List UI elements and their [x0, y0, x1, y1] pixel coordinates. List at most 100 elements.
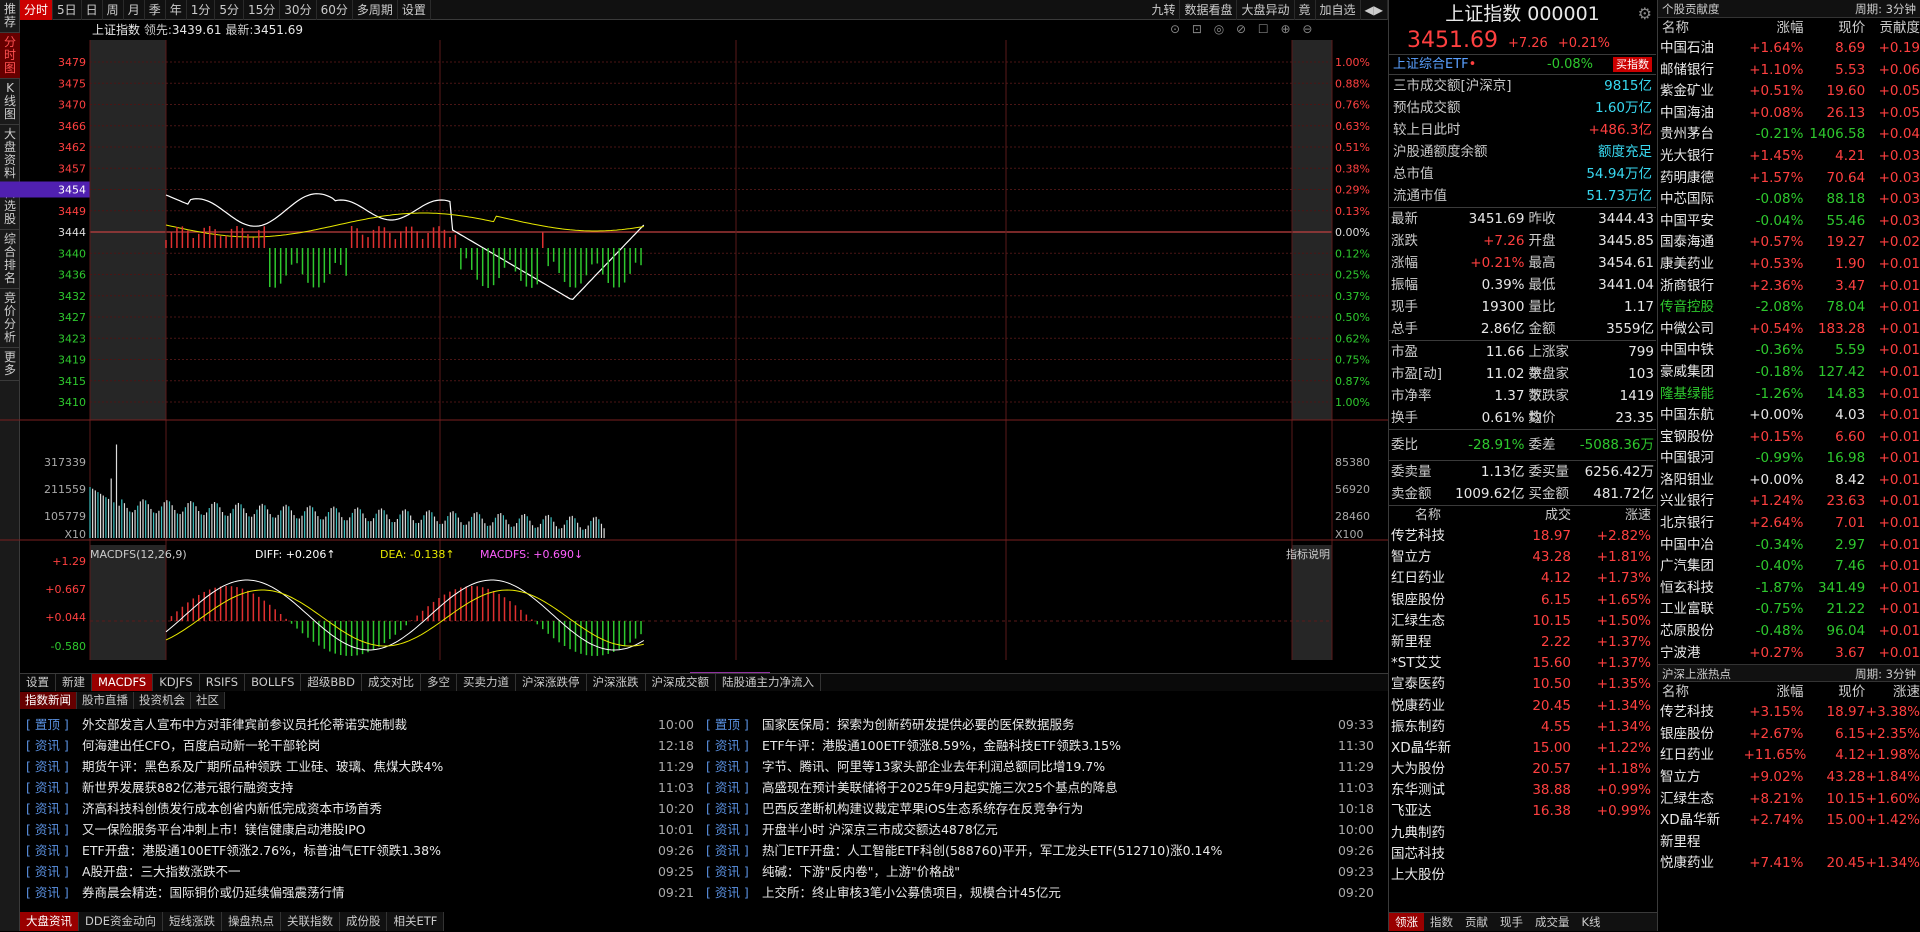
stock-row[interactable]: 中微公司 +0.54% 183.28 +0.01 [1658, 319, 1920, 341]
indicator-tab-8[interactable]: 多空 [421, 674, 458, 691]
stock-row[interactable]: 悦康药业 +7.41% 20.45 +1.34% [1658, 853, 1920, 875]
stock-row[interactable]: 光大银行 +1.45% 4.21 +0.03 [1658, 146, 1920, 168]
stock-row[interactable]: 工业富联 -0.75% 21.22 +0.01 [1658, 599, 1920, 621]
news-title[interactable]: 外交部发言人宣布中方对菲律宾前参议员托伦蒂诺实施制裁 [82, 714, 654, 735]
mover-row[interactable]: 大为股份 20.57 +1.18% [1389, 759, 1656, 780]
mover-row[interactable]: *ST艾艾 15.60 +1.37% [1389, 653, 1656, 674]
news-tab-2[interactable]: 投资机会 [134, 692, 191, 709]
col-header-cell[interactable]: 贡献度 [1865, 18, 1920, 38]
news-item[interactable]: [ 资讯 ] A股开盘：三大指数涨跌不一 09:25 [20, 861, 700, 882]
news-title[interactable]: 热门ETF开盘：人工智能ETF科创(588760)平开，军工龙头ETF(5127… [762, 840, 1334, 861]
stock-row[interactable]: 洛阳钼业 +0.00% 8.42 +0.01 [1658, 470, 1920, 492]
indicator-tab-3[interactable]: KDJFS [153, 674, 200, 691]
news-item[interactable]: [ 资讯 ] 纯碱：下游"反内卷"，上游"价格战" 09:23 [700, 861, 1380, 882]
news-title[interactable]: 国家医保局：探索为创新药研发提供必要的医保数据服务 [762, 714, 1334, 735]
col-header-cell[interactable]: 涨幅 [1744, 682, 1803, 702]
news-title[interactable]: 新世界发展获882亿港元银行融资支持 [82, 777, 654, 798]
news-item[interactable]: [ 资讯 ] 期货午评：黑色系及广期所品种领跌 工业硅、玻璃、焦煤大跌4% 11:2… [20, 756, 700, 777]
stock-row[interactable]: 国泰海通 +0.57% 19.27 +0.02 [1658, 232, 1920, 254]
col-header-cell[interactable]: 名称 [1658, 18, 1744, 38]
news-title[interactable]: 上交所：终止审核3笔小公募债项目，规模合计45亿元 [762, 882, 1334, 903]
news-title[interactable]: 巴西反垄断机构建议裁定苹果iOS生态系统存在反竞争行为 [762, 798, 1334, 819]
news-item[interactable]: [ 资讯 ] 高盛现在预计美联储将于2025年9月起实施三次25个基点的降息 11:… [700, 777, 1380, 798]
stock-row[interactable]: 豪威集团 -0.18% 127.42 +0.01 [1658, 362, 1920, 384]
period-tab-11[interactable]: 60分 [317, 0, 353, 20]
col-header-cell[interactable]: 现价 [1803, 682, 1865, 702]
stock-row[interactable]: 新里程 [1658, 832, 1920, 854]
news-item[interactable]: [ 资讯 ] 热门ETF开盘：人工智能ETF科创(588760)平开，军工龙头ET… [700, 840, 1380, 861]
stock-row[interactable]: 康美药业 +0.53% 1.90 +0.01 [1658, 254, 1920, 276]
news-title[interactable]: 又一保险服务平台冲刺上市！镁信健康启动港股IPO [82, 819, 654, 840]
indicator-tab-2[interactable]: MACDFS [92, 674, 154, 691]
stock-row[interactable]: XD晶华新 +2.74% 15.00 +1.42% [1658, 810, 1920, 832]
news-item[interactable]: [ 资讯 ] 巴西反垄断机构建议裁定苹果iOS生态系统存在反竞争行为 10:18 [700, 798, 1380, 819]
news-tab-1[interactable]: 股市直播 [77, 692, 134, 709]
tool-0[interactable]: 九转 [1147, 0, 1181, 20]
col-header-cell[interactable]: 名称 [1658, 682, 1744, 702]
stock-row[interactable]: 宁波港 +0.27% 3.67 +0.01 [1658, 643, 1920, 665]
footer-tab-4[interactable]: 关联指数 [281, 912, 340, 931]
news-item[interactable]: [ 资讯 ] ETF午评：港股通100ETF领涨8.59%，金融科技ETF领跌3.… [700, 735, 1380, 756]
tool-1[interactable]: 数据看盘 [1180, 0, 1238, 20]
mover-row[interactable]: XD晶华新 15.00 +1.22% [1389, 738, 1656, 759]
stock-row[interactable]: 浙商银行 +2.36% 3.47 +0.01 [1658, 276, 1920, 298]
mover-row[interactable]: 东华测试 38.88 +0.99% [1389, 780, 1656, 801]
indicator-tab-6[interactable]: 超级BBD [301, 674, 363, 691]
etf-row[interactable]: 上证综合ETF • -0.08% 买指数 [1389, 54, 1656, 74]
tool-4[interactable]: 加自选 [1316, 0, 1361, 20]
news-title[interactable]: 纯碱：下游"反内卷"，上游"价格战" [762, 861, 1334, 882]
period-tab-9[interactable]: 15分 [244, 0, 281, 20]
indicator-tab-0[interactable]: 设置 [20, 674, 56, 691]
period-tab-7[interactable]: 1分 [187, 0, 216, 20]
mover-row[interactable]: 银座股份 6.15 +1.65% [1389, 590, 1656, 611]
news-title[interactable]: 济高科技科创债发行成本创省内新低完成资本市场首秀 [82, 798, 654, 819]
indicator-tab-9[interactable]: 买卖力道 [457, 674, 517, 691]
buy-index-button[interactable]: 买指数 [1613, 57, 1652, 72]
mover-row[interactable]: 悦康药业 20.45 +1.34% [1389, 696, 1656, 717]
list-header-cell[interactable]: 名称 [1389, 506, 1501, 526]
stock-row[interactable]: 银座股份 +2.67% 6.15 +2.35% [1658, 724, 1920, 746]
news-title[interactable]: 券商晨会精选：国际铜价或仍延续偏强震荡行情 [82, 882, 654, 903]
news-title[interactable]: ETF午评：港股通100ETF领涨8.59%，金融科技ETF领跌3.15% [762, 735, 1334, 756]
mover-row[interactable]: 宣泰医药 10.50 +1.35% [1389, 674, 1656, 695]
mover-row[interactable]: 智立方 43.28 +1.81% [1389, 547, 1656, 568]
news-item[interactable]: [ 资讯 ] 上交所：终止审核3笔小公募债项目，规模合计45亿元 09:20 [700, 882, 1380, 903]
news-item[interactable]: [ 资讯 ] 济高科技科创债发行成本创省内新低完成资本市场首秀 10:20 [20, 798, 700, 819]
tool-2[interactable]: 大盘异动 [1237, 0, 1295, 20]
indicator-tab-12[interactable]: 沪深成交额 [646, 674, 717, 691]
stock-row[interactable]: 中芯国际 -0.08% 88.18 +0.03 [1658, 189, 1920, 211]
hot-header[interactable]: 沪深上涨热点 周期: 3分钟 [1658, 664, 1920, 683]
tool-3[interactable]: 竟 [1295, 0, 1316, 20]
mover-row[interactable]: 红日药业 4.12 +1.73% [1389, 568, 1656, 589]
news-item[interactable]: [ 资讯 ] 新世界发展获882亿港元银行融资支持 11:03 [20, 777, 700, 798]
news-title[interactable]: ETF开盘：港股通100ETF领涨2.76%，标普油气ETF领跌1.38% [82, 840, 654, 861]
news-title[interactable]: A股开盘：三大指数涨跌不一 [82, 861, 654, 882]
footer-tab-0[interactable]: 大盘资讯 [20, 912, 79, 931]
indicator-tab-4[interactable]: RSIFS [200, 674, 246, 691]
period-tab-3[interactable]: 周 [103, 0, 124, 20]
quote-tab-3[interactable]: 现手 [1494, 913, 1529, 931]
news-item[interactable]: [ 资讯 ] 又一保险服务平台冲刺上市！镁信健康启动港股IPO 10:01 [20, 819, 700, 840]
stock-row[interactable]: 北京银行 +2.64% 7.01 +0.01 [1658, 513, 1920, 535]
period-tab-8[interactable]: 5分 [215, 0, 245, 20]
news-title[interactable]: 高盛现在预计美联储将于2025年9月起实施三次25个基点的降息 [762, 777, 1334, 798]
footer-tab-2[interactable]: 短线涨跌 [163, 912, 222, 931]
stock-row[interactable]: 药明康德 +1.57% 70.64 +0.03 [1658, 168, 1920, 190]
stock-row[interactable]: 智立方 +9.02% 43.28 +1.84% [1658, 767, 1920, 789]
mover-row[interactable]: 传艺科技 18.97 +2.82% [1389, 526, 1656, 547]
news-title[interactable]: 开盘半小时 沪深京三市成交额达4878亿元 [762, 819, 1334, 840]
period-tab-6[interactable]: 年 [166, 0, 187, 20]
news-title[interactable]: 期货午评：黑色系及广期所品种领跌 工业硅、玻璃、焦煤大跌4% [82, 756, 654, 777]
stock-row[interactable]: 中国平安 -0.04% 55.46 +0.03 [1658, 211, 1920, 233]
quote-tab-1[interactable]: 指数 [1424, 913, 1459, 931]
col-header-cell[interactable]: 涨速 [1865, 682, 1920, 702]
mover-row[interactable]: 国芯科技 [1389, 844, 1656, 865]
indicator-tab-7[interactable]: 成交对比 [362, 674, 422, 691]
news-item[interactable]: [ 置顶 ] 外交部发言人宣布中方对菲律宾前参议员托伦蒂诺实施制裁 10:00 [20, 714, 700, 735]
mover-row[interactable]: 新里程 2.22 +1.37% [1389, 632, 1656, 653]
footer-tab-6[interactable]: 相关ETF [387, 912, 445, 931]
mover-row[interactable]: 振东制药 4.55 +1.34% [1389, 717, 1656, 738]
col-header-cell[interactable]: 现价 [1803, 18, 1865, 38]
list-header-cell[interactable]: 涨速 [1571, 506, 1651, 526]
quote-tab-5[interactable]: K线 [1576, 913, 1607, 931]
